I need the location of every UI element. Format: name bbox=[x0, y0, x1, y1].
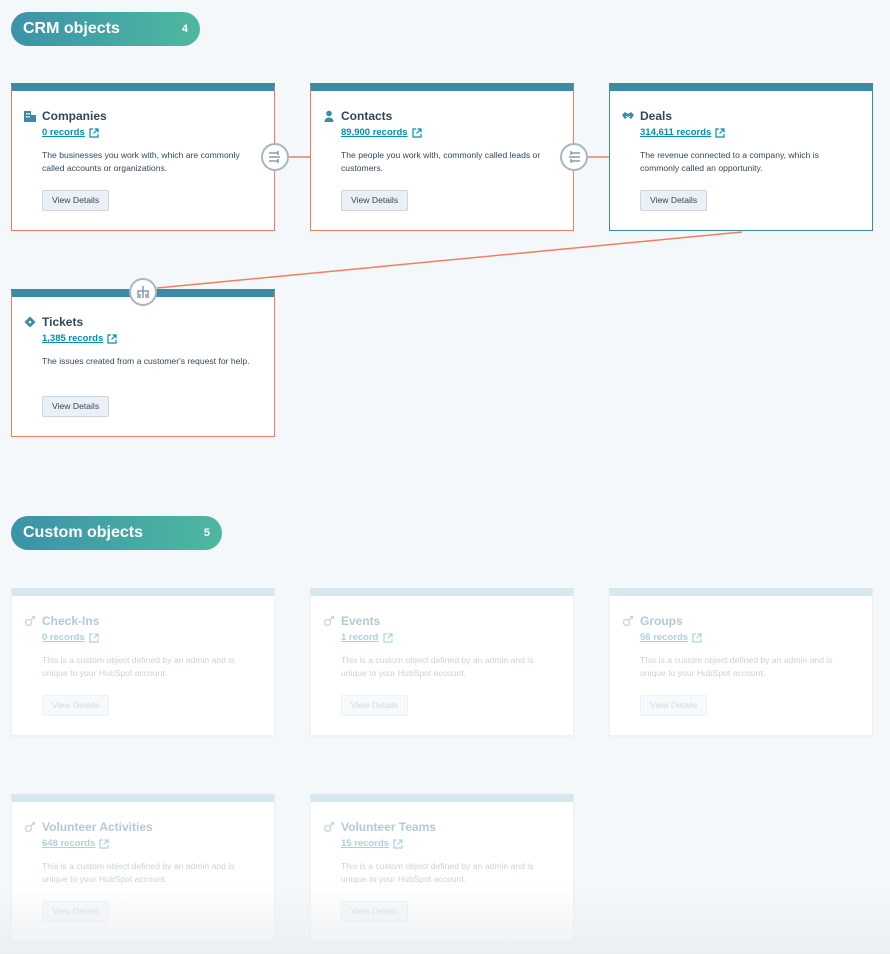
association-icon bbox=[569, 151, 580, 163]
object-description: The businesses you work with, which are … bbox=[42, 150, 240, 173]
records-link[interactable]: 56 records bbox=[640, 632, 702, 643]
association-icon bbox=[137, 286, 149, 298]
external-link-icon[interactable] bbox=[393, 838, 403, 849]
association-icon-deals-tickets[interactable] bbox=[129, 278, 157, 306]
records-count[interactable]: 15 records bbox=[341, 838, 389, 849]
association-line-deals-tickets bbox=[156, 231, 743, 289]
external-link-icon[interactable] bbox=[382, 632, 393, 643]
external-link-icon[interactable] bbox=[89, 632, 99, 643]
custom-object-icon bbox=[622, 615, 634, 627]
object-name: Volunteer Teams bbox=[341, 820, 436, 834]
object-description: The people you work with, commonly calle… bbox=[341, 150, 541, 173]
records-link[interactable]: 1,385 records bbox=[42, 333, 117, 344]
ticket-icon bbox=[24, 316, 36, 328]
object-description: This is a custom object defined by an ad… bbox=[42, 861, 235, 884]
records-count[interactable]: 1 record bbox=[341, 632, 379, 643]
records-link[interactable]: 89,900 records bbox=[341, 127, 422, 138]
records-count[interactable]: 56 records bbox=[640, 632, 688, 643]
custom-objects-count: 5 bbox=[203, 527, 210, 539]
object-description: This is a custom object defined by an ad… bbox=[341, 655, 534, 678]
view-details-button[interactable]: View Details bbox=[42, 901, 110, 922]
view-details-button[interactable]: View Details bbox=[640, 695, 708, 716]
object-name: Groups bbox=[640, 614, 683, 628]
object-description: The issues created from a customer's req… bbox=[42, 356, 250, 366]
object-name: Check-Ins bbox=[42, 614, 100, 628]
crm-objects-title: CRM objects bbox=[23, 20, 120, 37]
custom-object-card-groups: Groups 56 records This is a custom objec… bbox=[609, 588, 873, 736]
custom-object-icon bbox=[24, 821, 36, 833]
building-icon bbox=[24, 111, 36, 122]
custom-object-card-check-ins: Check-Ins 0 records This is a custom obj… bbox=[11, 588, 275, 736]
records-link[interactable]: 0 records bbox=[42, 127, 99, 138]
object-name: Contacts bbox=[341, 109, 393, 123]
object-name: Deals bbox=[640, 109, 673, 123]
custom-object-icon bbox=[24, 615, 36, 627]
records-link[interactable]: 314,611 records bbox=[640, 127, 725, 138]
records-link[interactable]: 648 records bbox=[42, 838, 109, 849]
object-description: The revenue connected to a company, whic… bbox=[640, 150, 819, 173]
object-card-companies: Companies 0 records The businesses you w… bbox=[11, 83, 275, 231]
crm-objects-count: 4 bbox=[181, 23, 188, 35]
view-details-button[interactable]: View Details bbox=[640, 190, 708, 211]
records-link[interactable]: 15 records bbox=[341, 838, 403, 849]
records-count[interactable]: 1,385 records bbox=[42, 333, 103, 344]
external-link-icon[interactable] bbox=[715, 127, 725, 138]
records-count[interactable]: 648 records bbox=[42, 838, 95, 849]
crm-objects-header: CRM objects 4 bbox=[11, 12, 200, 46]
association-icon-companies-contacts[interactable] bbox=[261, 143, 289, 171]
view-details-button[interactable]: View Details bbox=[42, 190, 110, 211]
external-link-icon[interactable] bbox=[99, 838, 109, 849]
custom-object-card-volunteer-teams: Volunteer Teams 15 records This is a cus… bbox=[310, 794, 574, 942]
view-details-button[interactable]: View Details bbox=[42, 396, 110, 417]
object-name: Volunteer Activities bbox=[42, 820, 153, 834]
custom-object-icon bbox=[323, 615, 335, 627]
object-card-deals: Deals 314,611 records The revenue connec… bbox=[609, 83, 873, 231]
records-link[interactable]: 0 records bbox=[42, 632, 99, 643]
custom-objects-header: Custom objects 5 bbox=[11, 516, 222, 550]
object-name: Events bbox=[341, 614, 381, 628]
object-description: This is a custom object defined by an ad… bbox=[640, 655, 833, 678]
object-description: This is a custom object defined by an ad… bbox=[341, 861, 534, 884]
custom-object-card-events: Events 1 record This is a custom object … bbox=[310, 588, 574, 736]
view-details-button[interactable]: View Details bbox=[341, 901, 409, 922]
view-details-button[interactable]: View Details bbox=[341, 695, 409, 716]
person-icon bbox=[324, 110, 334, 122]
view-details-button[interactable]: View Details bbox=[42, 695, 110, 716]
object-name: Tickets bbox=[42, 315, 84, 329]
external-link-icon[interactable] bbox=[107, 333, 117, 344]
object-name: Companies bbox=[42, 109, 107, 123]
object-card-contacts: Contacts 89,900 records The people you w… bbox=[310, 83, 574, 231]
custom-objects-title: Custom objects bbox=[23, 524, 144, 541]
records-link[interactable]: 1 record bbox=[341, 632, 393, 643]
records-count[interactable]: 0 records bbox=[42, 632, 85, 643]
records-count[interactable]: 89,900 records bbox=[341, 127, 408, 138]
records-count[interactable]: 314,611 records bbox=[640, 127, 711, 138]
view-details-button[interactable]: View Details bbox=[341, 190, 409, 211]
custom-object-icon bbox=[323, 821, 335, 833]
external-link-icon[interactable] bbox=[692, 632, 702, 643]
object-description: This is a custom object defined by an ad… bbox=[42, 655, 235, 678]
external-link-icon[interactable] bbox=[89, 127, 99, 138]
records-count[interactable]: 0 records bbox=[42, 127, 85, 138]
association-icon bbox=[269, 151, 280, 163]
handshake-icon bbox=[622, 112, 634, 119]
custom-object-card-volunteer-activities: Volunteer Activities 648 records This is… bbox=[11, 794, 275, 942]
association-icon-contacts-deals[interactable] bbox=[560, 143, 588, 171]
object-card-tickets: Tickets 1,385 records The issues created… bbox=[11, 289, 275, 437]
external-link-icon[interactable] bbox=[411, 127, 422, 138]
